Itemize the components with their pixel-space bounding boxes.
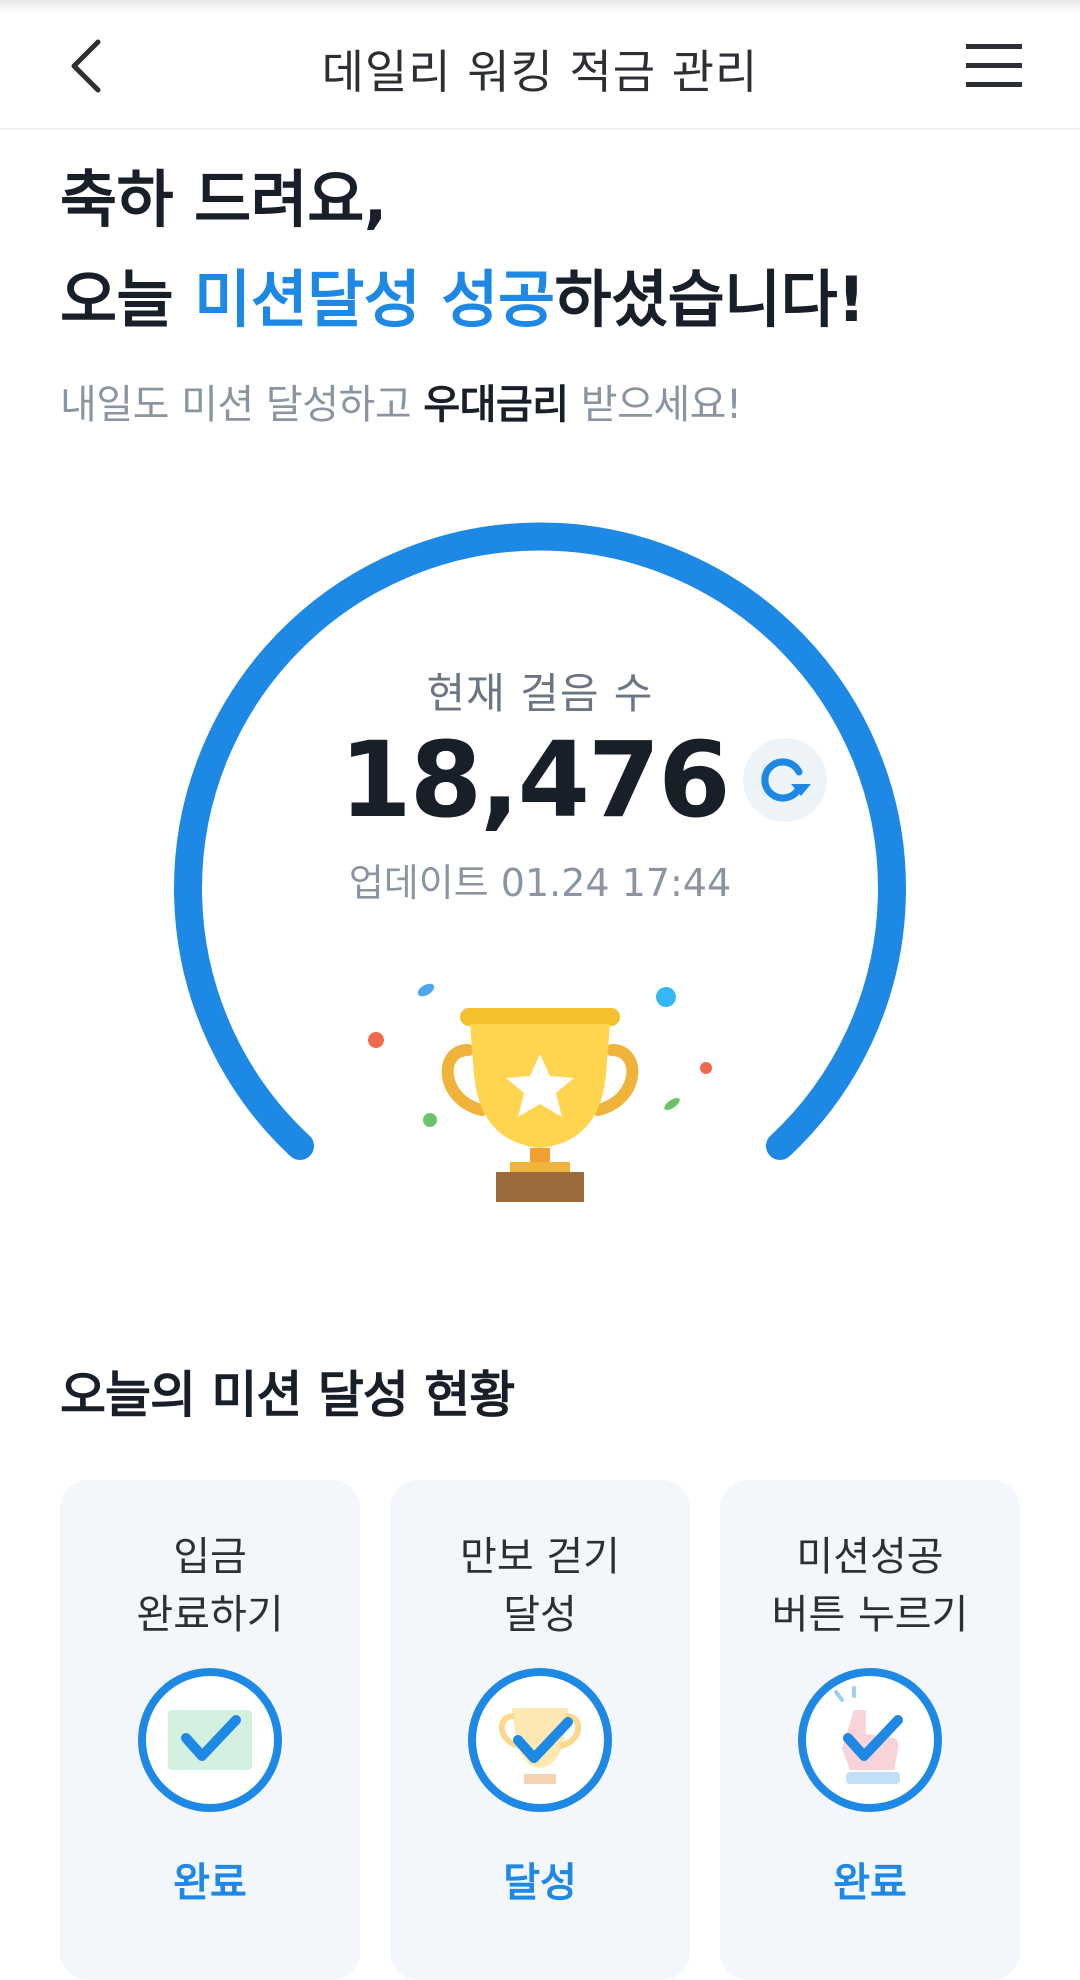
mission-status: 완료 <box>173 1860 247 1906</box>
mission-title-line1: 입금 <box>173 1534 247 1580</box>
app-header: 데일리 워킹 적금 관리 <box>0 0 1080 130</box>
trophy-check-icon <box>468 1668 612 1812</box>
mission-title-line1: 미션성공 <box>796 1534 944 1580</box>
tap-check-icon <box>798 1668 942 1812</box>
mission-title-line2: 버튼 누르기 <box>771 1592 969 1638</box>
mission-card-title: 입금 완료하기 <box>60 1528 360 1644</box>
mission-card-button[interactable]: 미션성공 버튼 누르기 완료 <box>720 1480 1020 1980</box>
mission-section-title: 오늘의 미션 달성 현황 <box>60 1366 515 1424</box>
mission-title-line2: 완료하기 <box>136 1592 284 1638</box>
update-time: 01.24 17:44 <box>500 861 732 905</box>
sub-prefix: 내일도 미션 달성하고 <box>60 382 424 428</box>
steps-row: 18,476 <box>0 719 1080 841</box>
sub-message: 내일도 미션 달성하고 우대금리 받으세요! <box>60 372 742 430</box>
headline-line2: 오늘 미션달성 성공하셨습니다! <box>60 250 865 350</box>
headline-line1: 축하 드려요, <box>60 163 387 236</box>
page-title: 데일리 워킹 적금 관리 <box>321 45 759 99</box>
sub-bold: 우대금리 <box>423 382 569 428</box>
mission-card-title: 만보 걷기 달성 <box>390 1528 690 1644</box>
headline-accent: 미션달성 성공 <box>194 263 555 336</box>
mission-title-line2: 달성 <box>503 1592 577 1638</box>
mission-cards: 입금 완료하기 완료 만보 걷기 달성 달성 미션성공 버튼 누르기 완료 <box>60 1480 1020 1980</box>
deposit-check-icon <box>138 1668 282 1812</box>
headline-suffix: 하셨습니다! <box>554 263 866 336</box>
steps-count: 18,476 <box>339 719 730 841</box>
mission-status: 달성 <box>503 1860 577 1906</box>
mission-title-line1: 만보 걷기 <box>460 1534 620 1580</box>
mission-card-title: 미션성공 버튼 누르기 <box>720 1528 1020 1644</box>
steps-label: 현재 걸음 수 <box>426 669 654 718</box>
refresh-button[interactable] <box>742 738 827 822</box>
sub-suffix: 받으세요! <box>568 382 742 428</box>
hamburger-menu-icon <box>966 44 1022 87</box>
update-label: 업데이트 <box>348 861 489 905</box>
mission-status: 완료 <box>833 1860 907 1906</box>
menu-button[interactable] <box>962 36 1026 96</box>
mission-card-deposit[interactable]: 입금 완료하기 완료 <box>60 1480 360 1980</box>
mission-card-walk[interactable]: 만보 걷기 달성 달성 <box>390 1480 690 1980</box>
headline-prefix: 오늘 <box>60 263 195 336</box>
update-info: 업데이트 01.24 17:44 <box>0 852 1080 907</box>
congrats-headline: 축하 드려요, 오늘 미션달성 성공하셨습니다! <box>60 150 865 350</box>
trophy-icon <box>368 983 712 1202</box>
refresh-icon <box>761 758 811 802</box>
